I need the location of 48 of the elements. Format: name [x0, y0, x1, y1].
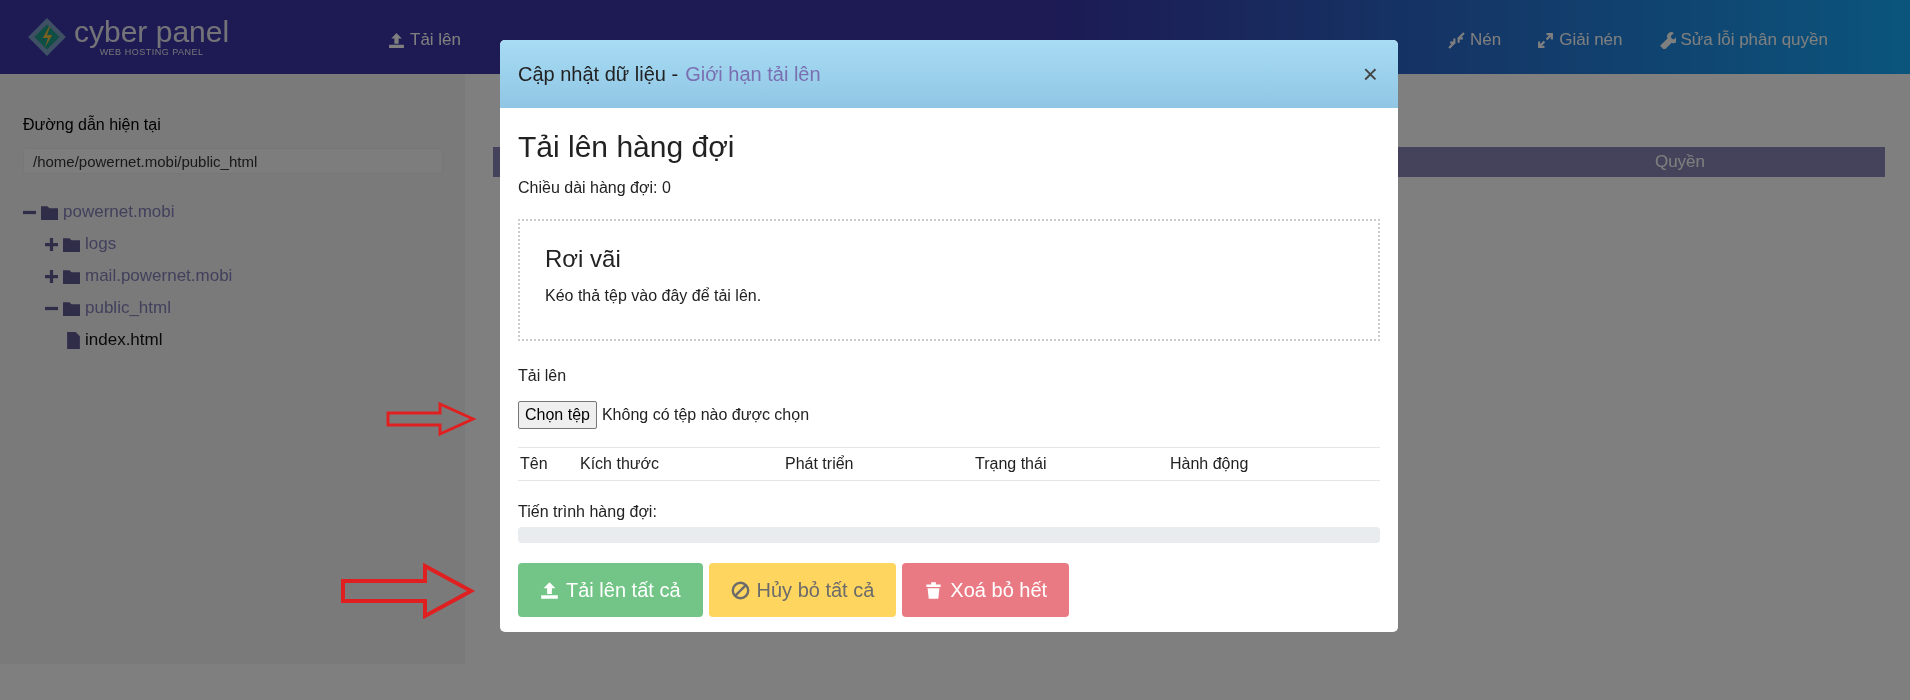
compress-icon [1448, 31, 1465, 49]
column-header: Trạng thái [975, 455, 1048, 473]
file-name[interactable]: index.html [85, 330, 163, 350]
drop-zone-title: Rơi vãi [545, 245, 622, 273]
trash-icon [924, 580, 944, 600]
folder-name[interactable]: mail.powernet.mobi [85, 266, 233, 286]
toolbar-button[interactable]: Giải nén [1537, 30, 1623, 50]
file-status: Không có tệp nào được chọn [601, 406, 810, 424]
folder-icon [63, 268, 80, 284]
expand-icon [1537, 31, 1555, 49]
action-button[interactable]: Tải lên tất cả [518, 563, 703, 617]
upload-icon [388, 31, 405, 49]
folder-name[interactable]: powernet.mobi [63, 202, 175, 222]
close-button[interactable]: × [1360, 61, 1380, 87]
wrench-icon [1658, 31, 1676, 49]
ban-icon [730, 580, 750, 600]
queue-heading: Tải lên hàng đợi [518, 130, 736, 164]
toolbar-button[interactable]: Nén [1448, 30, 1502, 50]
file-icon [67, 331, 80, 349]
folder-name[interactable]: public_html [85, 298, 171, 318]
logo-icon [26, 16, 68, 58]
plus-icon[interactable] [45, 237, 58, 251]
column-header: Kích thước [580, 455, 660, 473]
folder-icon [41, 204, 58, 220]
choose-file-button[interactable]: Chọn tệp [518, 401, 597, 429]
logo[interactable]: cyber panel WEB HOSTING PANEL [26, 16, 366, 58]
folder-icon [63, 300, 80, 316]
column-header: Phát triển [785, 455, 855, 473]
action-button[interactable]: Hủy bỏ tất cả [708, 563, 897, 617]
path-label: Đường dẫn hiện tại [23, 116, 162, 134]
logo-tagline: WEB HOSTING PANEL [99, 47, 204, 57]
upload-label: Tải lên [518, 367, 568, 385]
progress-label: Tiến trình hàng đợi: [518, 503, 658, 521]
folder-name[interactable]: logs [85, 234, 117, 254]
column-header: Tên [520, 455, 549, 473]
action-button[interactable]: Xoá bỏ hết [902, 563, 1070, 617]
upload-limit-link[interactable]: Giới hạn tải lên [685, 62, 821, 86]
toolbar-button[interactable]: Sửa lỗi phân quyền [1658, 30, 1828, 50]
queue-length: Chiều dài hàng đợi: 0 [518, 179, 672, 197]
plus-icon[interactable] [45, 269, 58, 283]
drop-zone[interactable]: Rơi vãi Kéo thả tệp vào đây để tải lên. [518, 219, 1380, 341]
drop-zone-hint: Kéo thả tệp vào đây để tải lên. [545, 287, 763, 305]
toolbar-button[interactable]: Tải lên [388, 30, 462, 50]
logo-name: cyber panel [74, 17, 230, 47]
column-header: Hành động [1170, 455, 1250, 473]
folder-icon [63, 236, 80, 252]
upload-icon [540, 580, 559, 600]
dialog-title: Cập nhật dữ liệu - [518, 62, 679, 86]
